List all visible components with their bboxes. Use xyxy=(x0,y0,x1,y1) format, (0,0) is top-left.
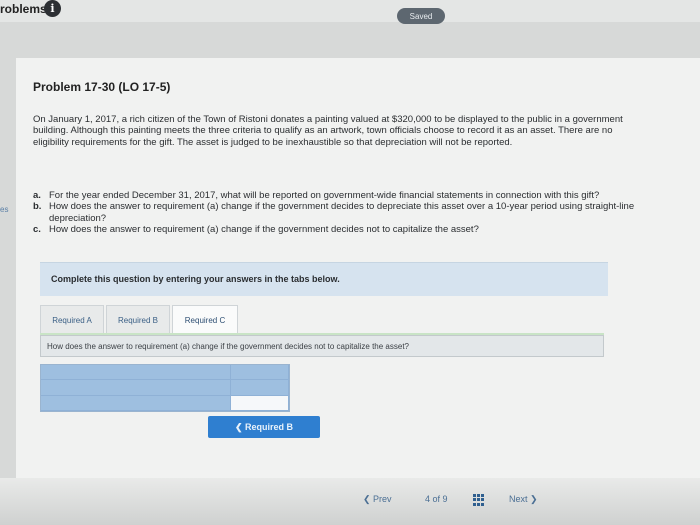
question-text: For the year ended December 31, 2017, wh… xyxy=(49,190,600,201)
next-button[interactable]: Next ❯ xyxy=(509,494,538,505)
question-text: How does the answer to requirement (a) c… xyxy=(49,224,479,236)
tab-required-c[interactable]: Required C xyxy=(172,305,238,335)
answer-cell[interactable] xyxy=(231,396,289,411)
prev-button[interactable]: ❮ Prev xyxy=(363,494,392,505)
back-to-required-b-button[interactable]: ❮ Required B xyxy=(208,416,320,438)
side-label: es xyxy=(0,205,9,214)
question-list: a. For the year ended December 31, 2017,… xyxy=(33,190,653,236)
problem-title: Problem 17-30 (LO 17-5) xyxy=(33,80,171,94)
page-indicator: 4 of 9 xyxy=(425,494,448,504)
footer-area xyxy=(0,478,700,525)
answer-cell[interactable] xyxy=(231,365,289,380)
question-item: a. For the year ended December 31, 2017,… xyxy=(33,190,653,201)
instruction-banner: Complete this question by entering your … xyxy=(40,262,608,296)
question-letter: a. xyxy=(33,190,41,201)
question-item: c. How does the answer to requirement (a… xyxy=(33,224,653,235)
saved-status-badge: Saved xyxy=(397,8,445,24)
page-title: roblems xyxy=(0,2,47,16)
answer-grid xyxy=(40,364,290,412)
answer-cell[interactable] xyxy=(41,396,231,411)
requirement-prompt-bar: How does the answer to requirement (a) c… xyxy=(40,335,604,357)
question-item: b. How does the answer to requirement (a… xyxy=(33,201,653,224)
tab-required-b[interactable]: Required B xyxy=(106,305,170,335)
instruction-text: Complete this question by entering your … xyxy=(51,274,340,284)
answer-cell[interactable] xyxy=(41,380,231,396)
answer-cell[interactable] xyxy=(41,365,231,380)
info-icon[interactable]: i xyxy=(44,0,61,17)
question-letter: b. xyxy=(33,201,42,213)
question-letter: c. xyxy=(33,224,41,236)
grid-icon[interactable] xyxy=(473,494,485,506)
top-bar: roblems i Saved xyxy=(0,0,700,24)
tab-required-a[interactable]: Required A xyxy=(40,305,104,335)
question-text: How does the answer to requirement (a) c… xyxy=(49,201,635,224)
answer-cell[interactable] xyxy=(231,380,289,396)
requirement-prompt: How does the answer to requirement (a) c… xyxy=(47,342,409,351)
problem-description: On January 1, 2017, a rich citizen of th… xyxy=(33,114,623,148)
